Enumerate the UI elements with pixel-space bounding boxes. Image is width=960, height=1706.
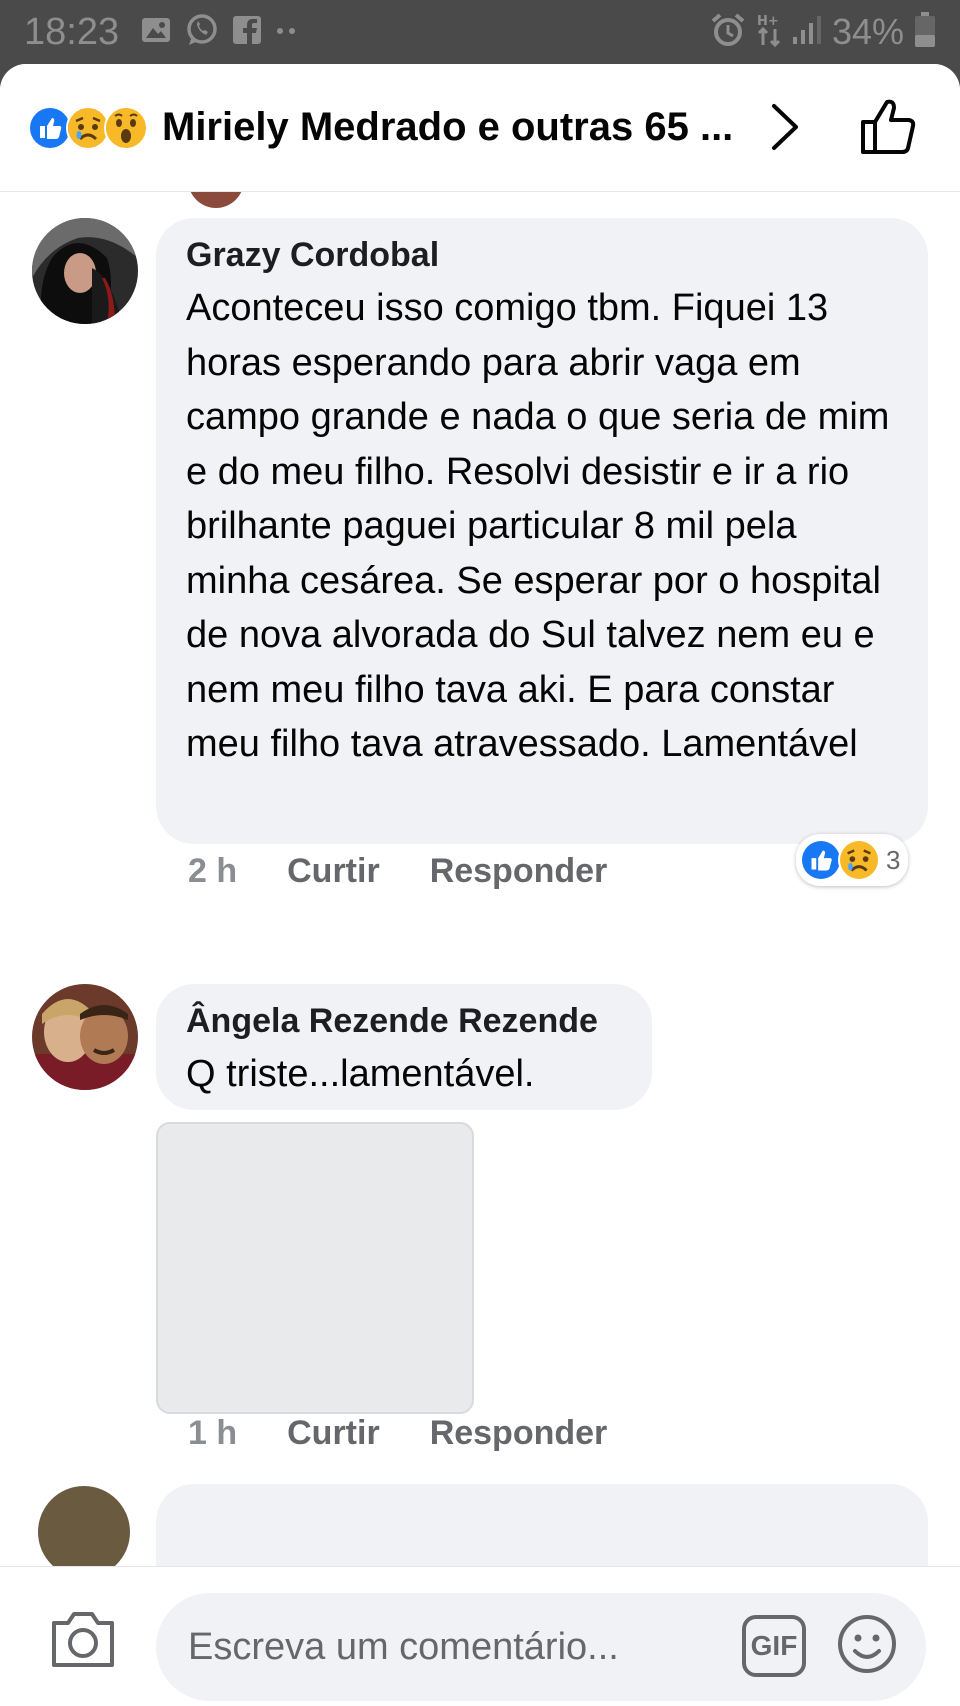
status-icons-right: H+ 34%: [710, 11, 936, 53]
svg-text:H+: H+: [757, 14, 779, 29]
like-outline-icon[interactable]: [860, 96, 918, 161]
chevron-right-icon[interactable]: [770, 102, 800, 157]
comment-bubble[interactable]: Ângela Rezende Rezende Q triste...lament…: [156, 984, 652, 1110]
comments-list[interactable]: Grazy Cordobal Aconteceu isso comigo tbm…: [0, 192, 960, 1630]
more-dots-icon: [275, 23, 299, 41]
comment-bubble[interactable]: Grazy Cordobal Aconteceu isso comigo tbm…: [156, 218, 928, 844]
alarm-icon: [710, 12, 746, 53]
avatar[interactable]: [38, 1486, 130, 1578]
comment-author[interactable]: Grazy Cordobal: [186, 236, 898, 275]
facebook-icon: [233, 15, 262, 49]
comment-composer[interactable]: GIF: [156, 1593, 926, 1701]
status-time: 18:23: [24, 10, 120, 53]
image-icon: [141, 16, 171, 49]
avatar[interactable]: [188, 192, 244, 208]
battery-percent: 34%: [831, 11, 904, 52]
header-reaction-stack: [28, 105, 148, 150]
reply-comment-link[interactable]: Responder: [430, 852, 608, 891]
like-comment-link[interactable]: Curtir: [287, 852, 380, 891]
gif-button[interactable]: GIF: [742, 1615, 806, 1677]
like-reaction-icon: [800, 839, 842, 881]
like-comment-link[interactable]: Curtir: [287, 1414, 380, 1453]
reply-comment-link[interactable]: Responder: [430, 1414, 608, 1453]
status-icons-left: [141, 13, 299, 52]
status-bar: 18:23 H+ 34%: [0, 0, 960, 64]
comment-time[interactable]: 2 h: [188, 852, 237, 891]
comment-text: Q triste...lamentável.: [186, 1053, 535, 1095]
comment-input[interactable]: [188, 1625, 708, 1669]
reactions-title: Miriely Medrado e outras 65 ...: [162, 105, 734, 149]
battery-icon: [914, 11, 936, 53]
comment-time[interactable]: 1 h: [188, 1414, 237, 1453]
comment-actions: 2 h Curtir Responder: [188, 852, 607, 891]
wow-reaction-icon: [104, 105, 148, 150]
comment-composer-bar: GIF: [0, 1566, 960, 1706]
reactions-header[interactable]: Miriely Medrado e outras 65 ...: [0, 64, 960, 192]
comment-attachment-placeholder[interactable]: [156, 1122, 474, 1414]
comment-text: Aconteceu isso comigo tbm. Fiquei 13 hor…: [186, 287, 890, 765]
comment-author[interactable]: Ângela Rezende Rezende: [186, 1002, 622, 1041]
comment-reactions-badge[interactable]: 3: [796, 834, 909, 886]
reaction-count: 3: [886, 844, 901, 875]
avatar[interactable]: [32, 218, 138, 324]
whatsapp-icon: [185, 13, 219, 52]
emoji-icon[interactable]: [836, 1613, 898, 1680]
data-arrows-icon: H+: [756, 12, 782, 53]
comments-sheet: Miriely Medrado e outras 65 ... Grazy Co…: [0, 64, 960, 1706]
comment-actions: 1 h Curtir Responder: [188, 1414, 607, 1453]
camera-icon[interactable]: [50, 1609, 116, 1674]
sad-reaction-icon: [838, 839, 880, 881]
signal-icon: [792, 15, 822, 50]
avatar[interactable]: [32, 984, 138, 1090]
